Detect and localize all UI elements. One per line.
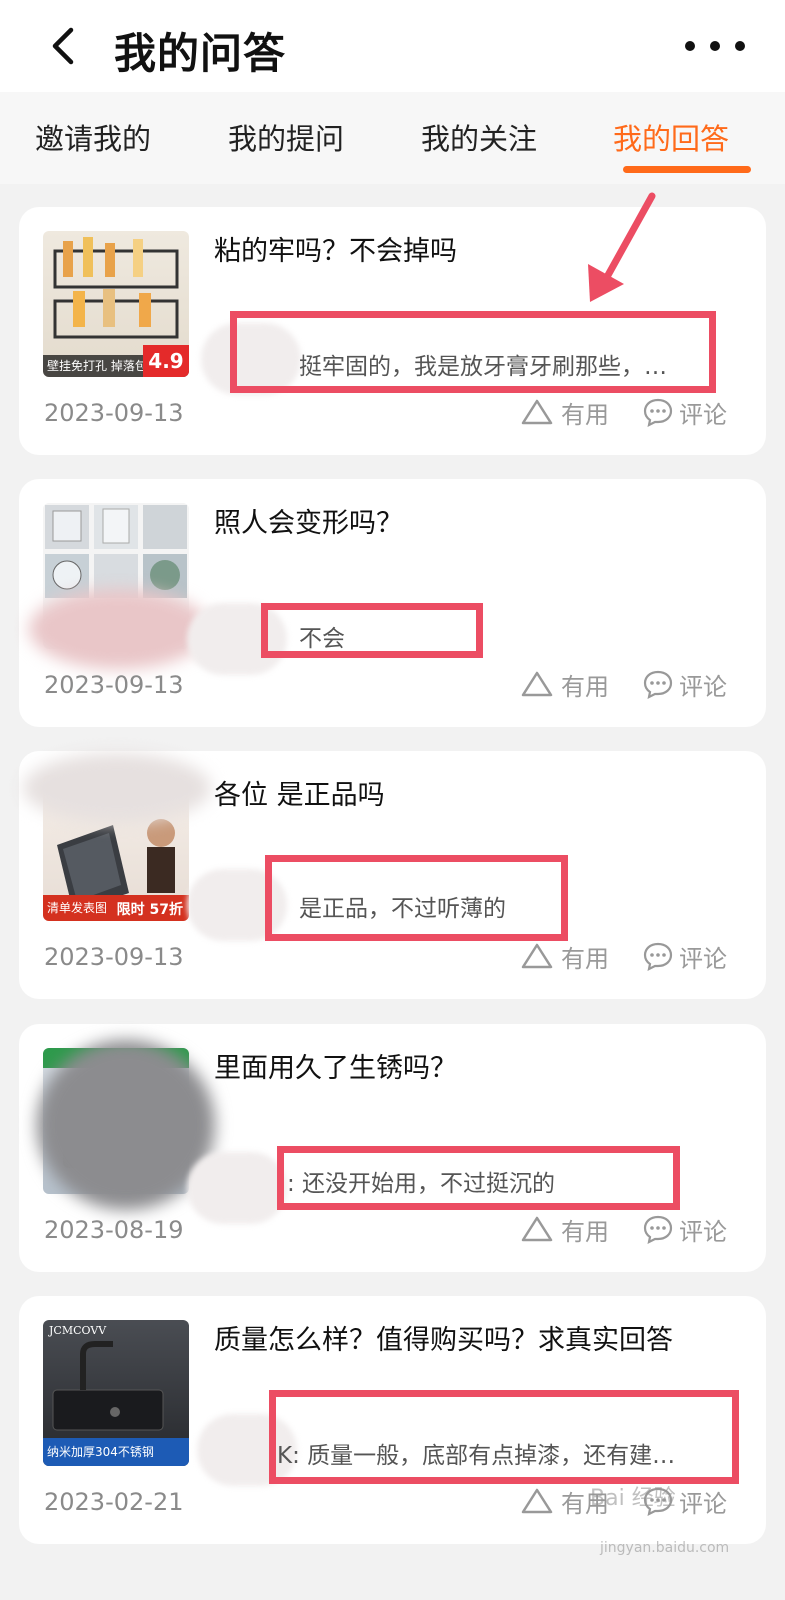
comment-button[interactable]: 评论 bbox=[643, 395, 727, 429]
highlight-box bbox=[265, 855, 568, 941]
answer-date: 2023-09-13 bbox=[44, 943, 184, 971]
comment-button[interactable]: 评论 bbox=[643, 1212, 727, 1246]
useful-label: 有用 bbox=[561, 400, 609, 429]
answer-date: 2023-08-19 bbox=[44, 1216, 184, 1244]
comment-bubble-icon bbox=[643, 670, 673, 699]
highlight-box bbox=[230, 311, 716, 393]
useful-button[interactable]: 有用 bbox=[521, 1212, 609, 1246]
avatar bbox=[187, 1152, 287, 1224]
tab-my-answers[interactable]: 我的回答 bbox=[613, 116, 729, 158]
more-dot-icon bbox=[735, 41, 745, 51]
answer-date: 2023-09-13 bbox=[44, 399, 184, 427]
thumbnail-caption: 纳米加厚304不锈钢 bbox=[43, 1438, 189, 1466]
triangle-icon bbox=[521, 1216, 553, 1242]
answer-card[interactable]: 照人会变形吗？ 不会 2023-09-13 有用 评论 bbox=[19, 479, 766, 727]
tab-my-following[interactable]: 我的关注 bbox=[421, 116, 537, 158]
useful-button[interactable]: 有用 bbox=[521, 939, 609, 973]
thumbnail-brand: JCMCOVV bbox=[49, 1324, 107, 1337]
tab-my-questions[interactable]: 我的提问 bbox=[228, 116, 344, 158]
comment-label: 评论 bbox=[679, 400, 727, 429]
answer-date: 2023-09-13 bbox=[44, 671, 184, 699]
highlight-box bbox=[277, 1146, 680, 1210]
useful-label: 有用 bbox=[561, 944, 609, 973]
more-options-button[interactable] bbox=[685, 28, 745, 64]
watermark: Bai 经验 bbox=[590, 1486, 676, 1511]
thumbnail-badge: 限时 57折 bbox=[116, 902, 183, 918]
comment-button[interactable]: 评论 bbox=[643, 667, 727, 701]
answer-date: 2023-02-21 bbox=[44, 1488, 184, 1516]
useful-button[interactable]: 有用 bbox=[521, 667, 609, 701]
highlight-box bbox=[269, 1390, 739, 1484]
price-tag: 4.9 bbox=[143, 345, 189, 377]
more-dot-icon bbox=[710, 41, 720, 51]
product-thumbnail[interactable]: JCMCOVV 纳米加厚304不锈钢 bbox=[43, 1320, 189, 1466]
question-text[interactable]: 粘的牢吗？不会掉吗 bbox=[214, 229, 457, 268]
comment-bubble-icon bbox=[643, 1215, 673, 1244]
tab-invited[interactable]: 邀请我的 bbox=[35, 116, 151, 158]
useful-button[interactable]: 有用 bbox=[521, 395, 609, 429]
answer-card[interactable]: 里面用久了生锈吗？ : 还没开始用，不过挺沉的 2023-08-19 有用 评论 bbox=[19, 1024, 766, 1272]
product-thumbnail[interactable]: 壁挂免打孔 掉落包赔 4.9 bbox=[43, 231, 189, 377]
app-header: 我的问答 bbox=[0, 0, 785, 92]
comment-label: 评论 bbox=[679, 944, 727, 973]
comment-label: 评论 bbox=[679, 672, 727, 701]
answer-card[interactable]: 清单发表图 限时 57折 各位 是正品吗 是正品，不过听薄的 2023-09-1… bbox=[19, 751, 766, 999]
blurred-region bbox=[23, 753, 211, 823]
comment-bubble-icon bbox=[643, 398, 673, 427]
highlight-box bbox=[261, 603, 483, 658]
question-text[interactable]: 照人会变形吗？ bbox=[214, 501, 403, 540]
comment-label: 评论 bbox=[679, 1489, 727, 1518]
useful-label: 有用 bbox=[561, 672, 609, 701]
arrow-annotation-icon bbox=[588, 192, 656, 302]
triangle-icon bbox=[521, 1488, 553, 1514]
active-tab-indicator bbox=[623, 166, 751, 173]
page-title: 我的问答 bbox=[114, 29, 287, 78]
question-text[interactable]: 各位 是正品吗 bbox=[214, 773, 385, 812]
triangle-icon bbox=[521, 399, 553, 425]
back-button[interactable] bbox=[40, 24, 84, 68]
question-text[interactable]: 质量怎么样？值得购买吗？求真实回答 bbox=[214, 1318, 673, 1357]
comment-button[interactable]: 评论 bbox=[643, 939, 727, 973]
triangle-icon bbox=[521, 943, 553, 969]
more-dot-icon bbox=[685, 41, 695, 51]
useful-label: 有用 bbox=[561, 1217, 609, 1246]
watermark-url: jingyan.baidu.com bbox=[600, 1540, 730, 1556]
chevron-left-icon bbox=[52, 27, 74, 65]
comment-bubble-icon bbox=[643, 942, 673, 971]
blurred-region bbox=[29, 589, 209, 669]
triangle-icon bbox=[521, 671, 553, 697]
comment-label: 评论 bbox=[679, 1217, 727, 1246]
question-text[interactable]: 里面用久了生锈吗？ bbox=[214, 1046, 457, 1085]
